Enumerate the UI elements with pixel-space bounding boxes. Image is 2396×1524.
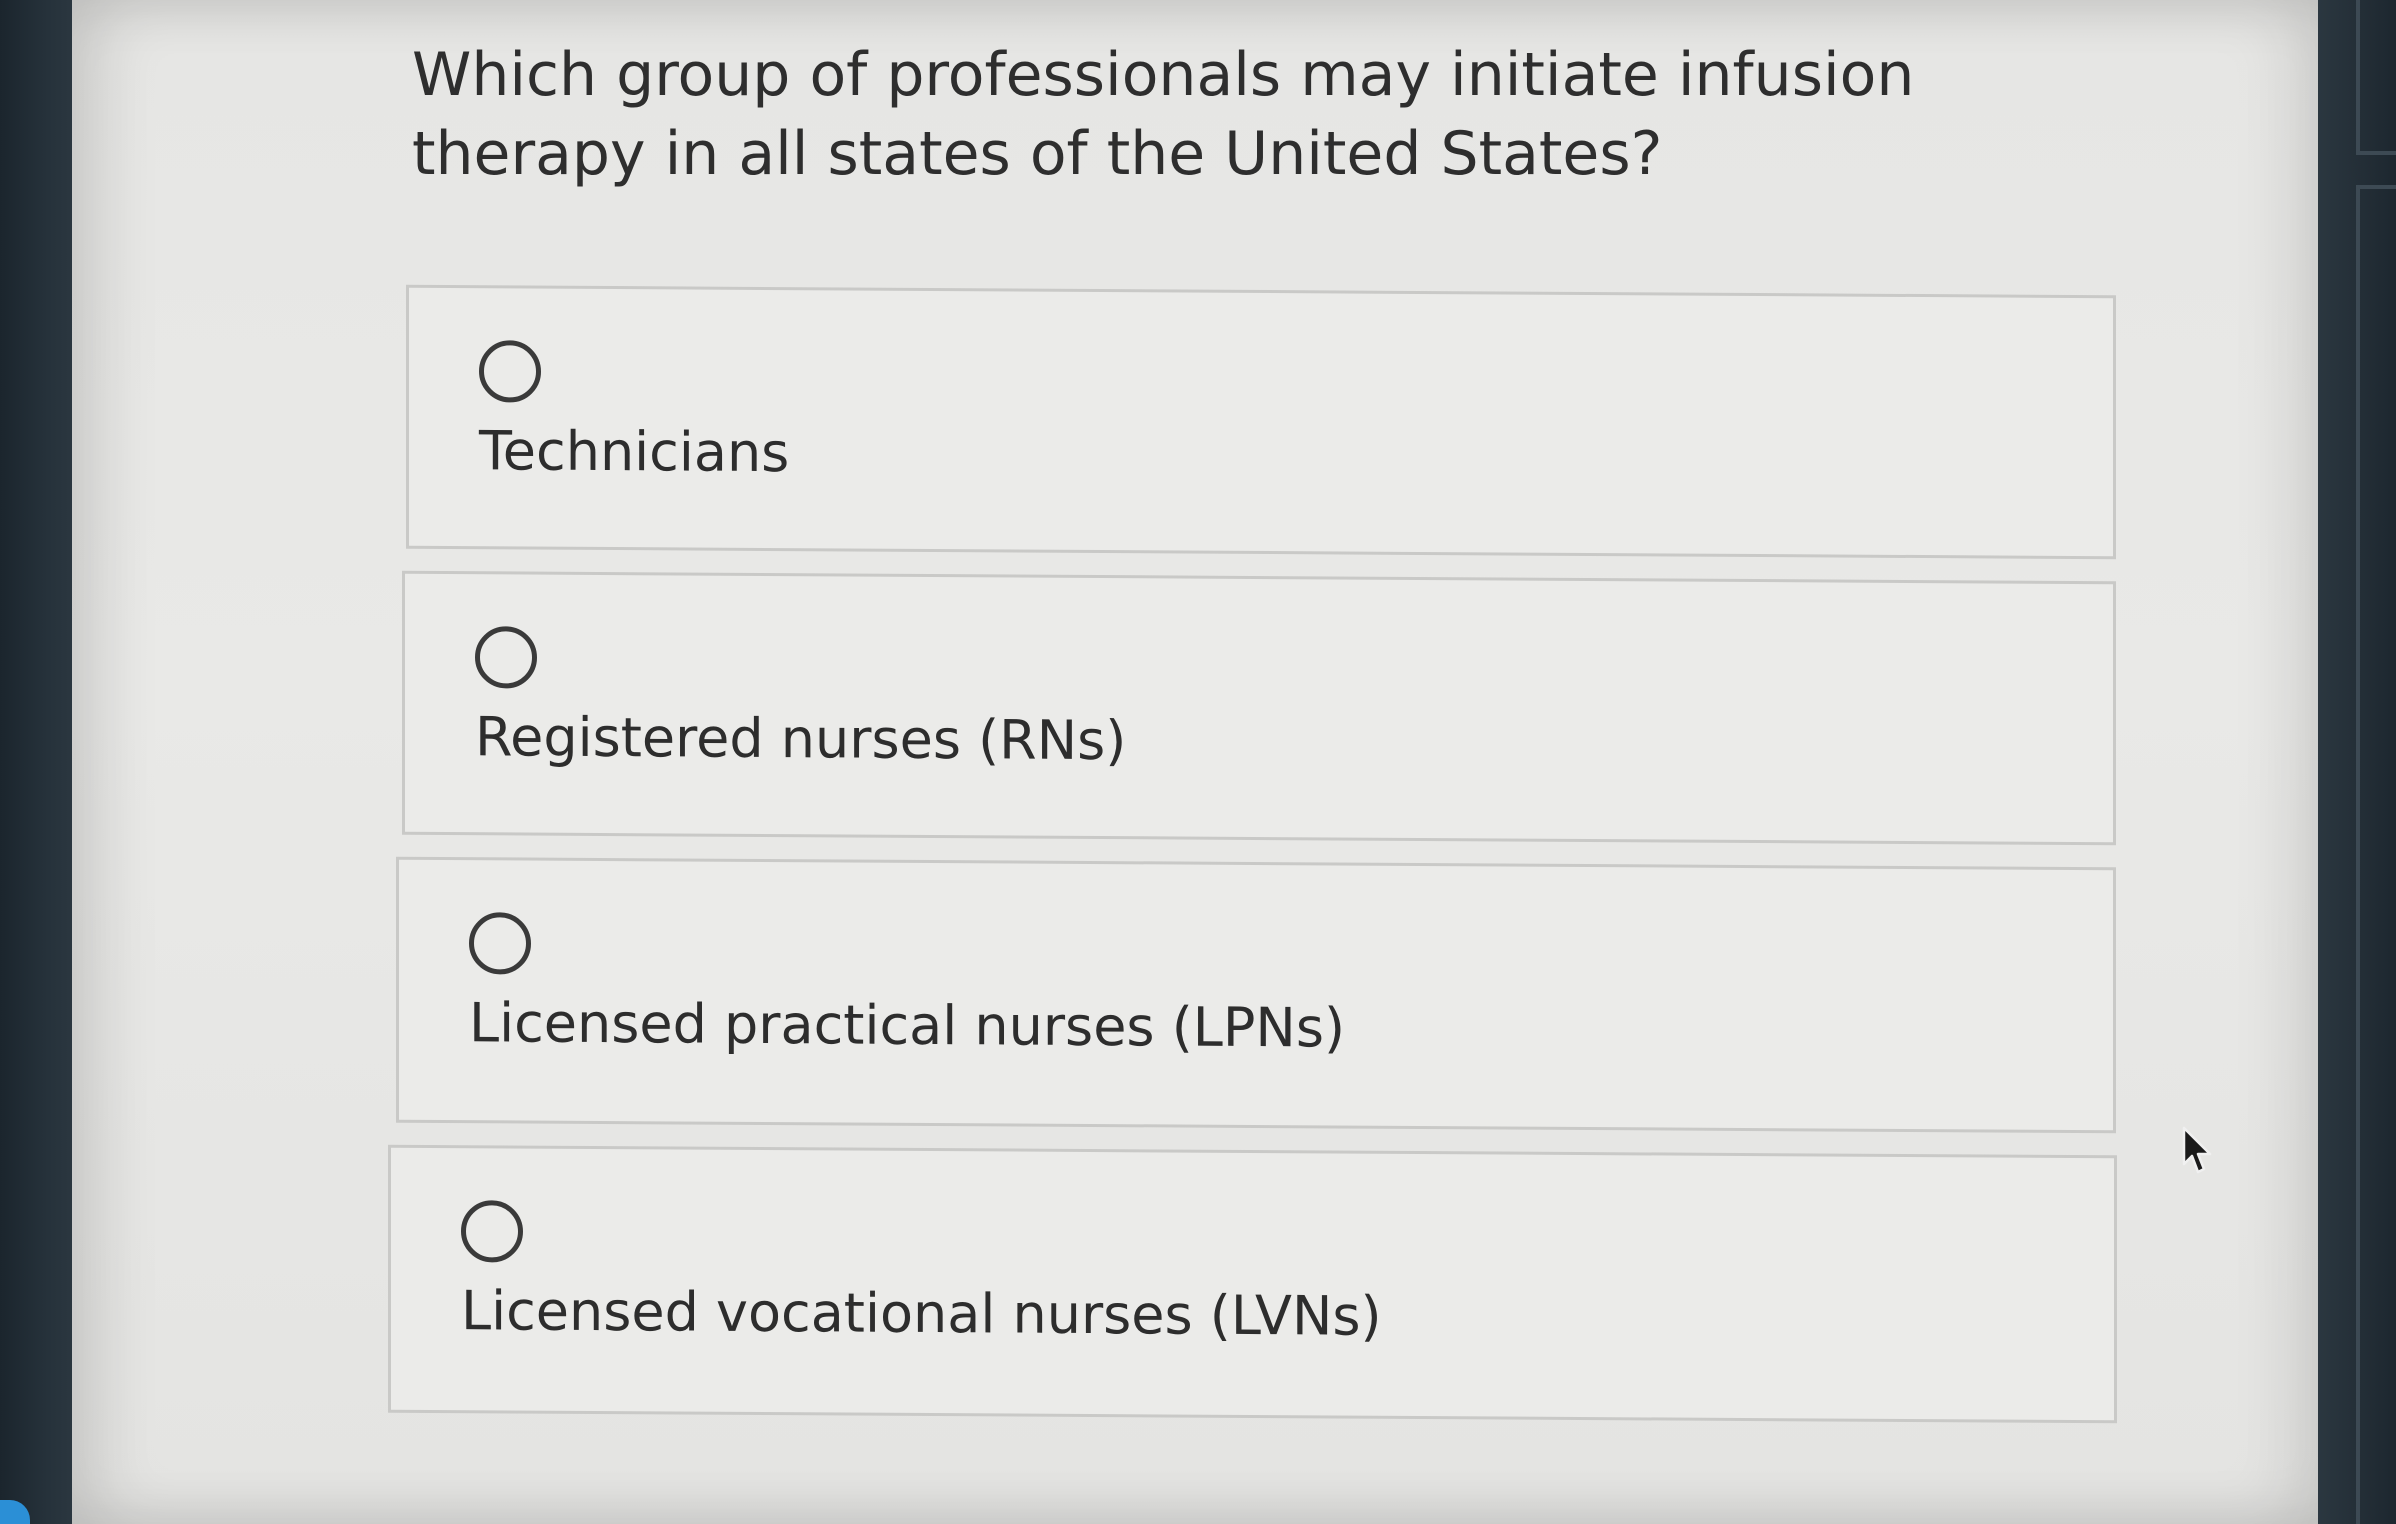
option-label: Technicians — [479, 419, 790, 485]
monitor-edge-bottom — [2356, 185, 2396, 1524]
answer-option-rns[interactable]: Registered nurses (RNs) — [402, 570, 2116, 846]
answer-option-technicians[interactable]: Technicians — [406, 284, 2116, 560]
question-text: Which group of professionals may initiat… — [412, 40, 1915, 189]
radio-unchecked-icon[interactable] — [469, 912, 531, 975]
monitor-bezel-left — [0, 0, 80, 1524]
radio-unchecked-icon[interactable] — [461, 1200, 523, 1263]
quiz-screen: Which group of professionals may initiat… — [72, 0, 2320, 1524]
mouse-pointer-icon — [2182, 1126, 2212, 1174]
option-label: Registered nurses (RNs) — [475, 705, 1127, 773]
radio-unchecked-icon[interactable] — [475, 626, 537, 689]
radio-unchecked-icon[interactable] — [479, 340, 541, 403]
option-label: Licensed practical nurses (LPNs) — [469, 991, 1346, 1060]
monitor-edge-top — [2356, 0, 2396, 155]
option-label: Licensed vocational nurses (LVNs) — [461, 1279, 1382, 1348]
answer-option-lvns[interactable]: Licensed vocational nurses (LVNs) — [388, 1144, 2117, 1424]
answer-option-lpns[interactable]: Licensed practical nurses (LPNs) — [396, 856, 2116, 1134]
